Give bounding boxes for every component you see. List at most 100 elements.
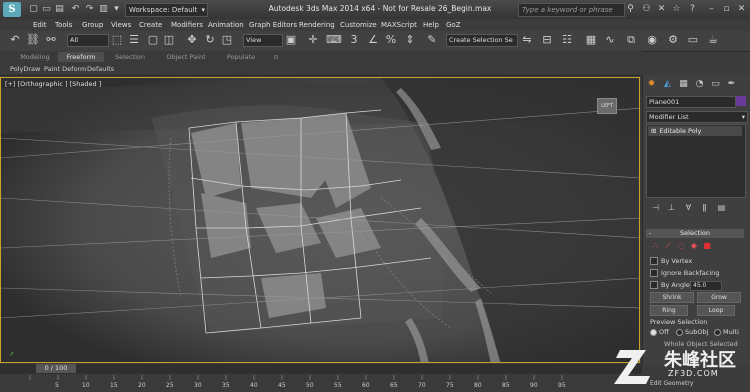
time-slider[interactable] <box>0 364 642 374</box>
select-object-icon[interactable]: ⬚ <box>110 33 124 47</box>
communication-center-icon[interactable]: ✕ <box>656 4 667 15</box>
checkbox-icon[interactable] <box>650 257 658 265</box>
rendered-frame-icon[interactable]: ▭ <box>686 33 700 47</box>
new-file-icon[interactable]: ▢ <box>28 4 39 15</box>
menu-tools[interactable]: Tools <box>55 20 72 30</box>
undo-icon[interactable]: ↶ <box>70 4 81 15</box>
radio-icon[interactable] <box>650 328 657 336</box>
remove-modifier-icon[interactable]: ǁ <box>699 203 710 213</box>
render-production-icon[interactable]: ☕ <box>706 33 720 47</box>
preview-subobj-radio[interactable]: SubObj <box>676 328 708 337</box>
save-icon[interactable]: ▤ <box>54 4 65 15</box>
open-file-icon[interactable]: ▭ <box>41 4 52 15</box>
viewcube[interactable]: LEFT <box>597 98 617 114</box>
tab-modeling[interactable]: Modeling <box>12 52 58 62</box>
hierarchy-panel-icon[interactable]: ▦ <box>677 78 690 90</box>
viewport-orthographic[interactable]: ↗ [+] [Orthographic ] [Shaded ] LEFT <box>0 77 640 363</box>
polygon-mode-icon[interactable]: ◆ <box>689 241 699 251</box>
menu-goz[interactable]: GoZ <box>446 20 461 30</box>
viewport-label[interactable]: [+] [Orthographic ] [Shaded ] <box>5 80 101 88</box>
select-and-link-icon[interactable]: ⛓ <box>26 33 40 47</box>
render-setup-icon[interactable]: ⚙ <box>666 33 680 47</box>
modifier-list-dropdown[interactable]: Modifier List <box>646 111 748 123</box>
rectangular-selection-icon[interactable]: ▢ <box>146 33 160 47</box>
reference-coordinate-dropdown[interactable]: View <box>243 34 283 47</box>
by-vertex-checkbox[interactable]: By Vertex <box>650 257 692 266</box>
edit-geometry-rollout[interactable]: Edit Geometry <box>650 380 693 387</box>
ignore-backfacing-checkbox[interactable]: Ignore Backfacing <box>650 269 719 278</box>
graphite-toggle-icon[interactable]: ▦ <box>584 33 598 47</box>
curve-editor-icon[interactable]: ∿ <box>603 33 617 47</box>
edit-named-selection-icon[interactable]: ✎ <box>425 33 439 47</box>
redo-icon[interactable]: ↷ <box>84 4 95 15</box>
object-color-swatch[interactable] <box>736 96 746 106</box>
menu-edit[interactable]: Edit <box>33 20 47 30</box>
pin-stack-icon[interactable]: ⊣ <box>650 203 661 213</box>
unlink-icon[interactable]: ⚯ <box>44 33 58 47</box>
mirror-icon[interactable]: ⇋ <box>520 33 534 47</box>
schematic-view-icon[interactable]: ⧉ <box>624 33 638 47</box>
percent-snap-icon[interactable]: % <box>384 33 398 47</box>
menu-maxscript[interactable]: MAXScript <box>381 20 417 30</box>
angle-spinner[interactable]: 45.0 <box>690 281 722 291</box>
maximize-icon[interactable]: ▫ <box>721 4 732 15</box>
pivot-center-icon[interactable]: ▣ <box>284 33 298 47</box>
quick-access-dropdown-icon[interactable]: ▾ <box>111 4 122 15</box>
preview-multi-radio[interactable]: Multi <box>714 328 739 337</box>
preview-off-radio[interactable]: Off <box>650 328 669 337</box>
menu-customize[interactable]: Customize <box>340 20 377 30</box>
menu-rendering[interactable]: Rendering <box>299 20 335 30</box>
tab-selection[interactable]: Selection <box>106 52 154 62</box>
app-logo[interactable]: S <box>3 2 21 17</box>
tab-object-paint[interactable]: Object Paint <box>160 52 212 62</box>
stack-item-editable-poly[interactable]: ⊞ Editable Poly <box>648 126 742 136</box>
menu-animation[interactable]: Animation <box>208 20 244 30</box>
object-name-field[interactable]: Plane001 <box>646 96 736 108</box>
ribbon-options-icon[interactable]: ⊙ <box>270 52 282 62</box>
layer-manager-icon[interactable]: ☷ <box>560 33 574 47</box>
viewport-scene[interactable]: ↗ <box>1 78 640 363</box>
radio-icon[interactable] <box>676 328 683 336</box>
radio-icon[interactable] <box>714 328 721 336</box>
angle-snap-icon[interactable]: ∠ <box>366 33 380 47</box>
checkbox-icon[interactable] <box>650 269 658 277</box>
search-input[interactable]: Type a keyword or phrase <box>518 3 625 17</box>
loop-button[interactable]: Loop <box>697 305 735 316</box>
tab-populate[interactable]: Populate <box>220 52 262 62</box>
select-and-scale-icon[interactable]: ◳ <box>220 33 234 47</box>
grow-button[interactable]: Grow <box>697 292 741 303</box>
checkbox-icon[interactable] <box>650 281 658 289</box>
configure-sets-icon[interactable]: ▤ <box>716 203 727 213</box>
undo-toolbar-icon[interactable]: ↶ <box>8 33 22 47</box>
element-mode-icon[interactable]: ■ <box>702 241 712 251</box>
select-and-move-icon[interactable]: ✥ <box>185 33 199 47</box>
subscription-icon[interactable]: ⚇ <box>641 4 652 15</box>
minimize-icon[interactable]: – <box>706 4 717 15</box>
motion-panel-icon[interactable]: ◔ <box>693 78 706 90</box>
menu-help[interactable]: Help <box>423 20 439 30</box>
select-and-rotate-icon[interactable]: ↻ <box>203 33 217 47</box>
border-mode-icon[interactable]: ◌ <box>676 241 686 251</box>
vertex-mode-icon[interactable]: ∴ <box>650 241 660 251</box>
menu-group[interactable]: Group <box>82 20 103 30</box>
close-icon[interactable]: ✕ <box>736 4 747 15</box>
menu-modifiers[interactable]: Modifiers <box>171 20 203 30</box>
expand-icon[interactable]: ⊞ <box>651 127 656 135</box>
time-slider-thumb[interactable]: 0 / 100 <box>36 364 76 373</box>
show-end-result-icon[interactable]: ⊥ <box>666 203 677 213</box>
select-manipulate-icon[interactable]: ✛ <box>306 33 320 47</box>
create-panel-icon[interactable]: ✹ <box>645 78 658 90</box>
display-panel-icon[interactable]: ▭ <box>709 78 722 90</box>
selection-filter-dropdown[interactable]: All <box>67 34 109 47</box>
make-unique-icon[interactable]: ∀ <box>683 203 694 213</box>
material-editor-icon[interactable]: ◉ <box>645 33 659 47</box>
tab-freeform[interactable]: Freeform <box>58 52 104 62</box>
select-by-name-icon[interactable]: ☰ <box>127 33 141 47</box>
window-crossing-icon[interactable]: ◫ <box>162 33 176 47</box>
keyboard-shortcut-override-icon[interactable]: ⌨ <box>326 33 342 47</box>
project-folder-icon[interactable]: ▥ <box>98 4 109 15</box>
ring-button[interactable]: Ring <box>650 305 688 316</box>
search-icon[interactable]: ⚲ <box>625 4 636 15</box>
named-selection-set-dropdown[interactable]: Create Selection Se <box>446 34 518 47</box>
menu-create[interactable]: Create <box>139 20 162 30</box>
